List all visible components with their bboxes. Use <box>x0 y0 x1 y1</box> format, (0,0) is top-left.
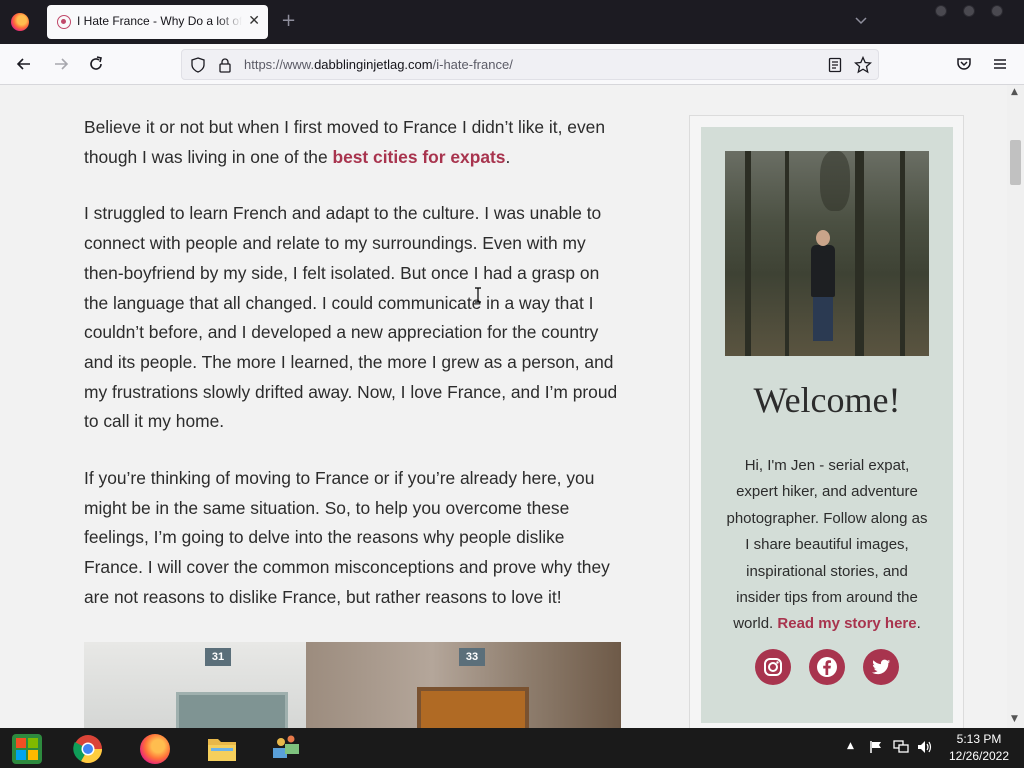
paragraph-text: . <box>505 146 511 167</box>
back-arrow-icon[interactable] <box>14 54 34 74</box>
scroll-thumb[interactable] <box>1010 140 1021 185</box>
tab-close-icon[interactable]: ✕ <box>248 12 260 30</box>
volume-icon[interactable] <box>917 740 933 754</box>
twitter-icon <box>872 659 891 675</box>
taskbar: ▲ 5:13 PM 12/26/2022 <box>0 728 1024 768</box>
photo-door-right <box>417 687 529 728</box>
start-button[interactable] <box>1 731 53 767</box>
url-domain: dabblinginjetlag.com <box>314 57 433 72</box>
network-icon[interactable] <box>893 740 909 754</box>
text-cursor-icon <box>475 287 481 303</box>
firefox-icon[interactable] <box>11 13 29 31</box>
chrome-taskbar-button[interactable] <box>62 731 114 767</box>
welcome-heading: Welcome! <box>753 380 901 420</box>
system-clock[interactable]: 5:13 PM 12/26/2022 <box>944 731 1014 765</box>
tab-active[interactable]: I Hate France - Why Do a lot of ✕ <box>47 5 268 39</box>
address-bar[interactable]: https://www.dabblinginjetlag.com/i-hate-… <box>181 49 879 80</box>
instagram-icon <box>764 658 782 676</box>
article-paragraph-3: If you’re thinking of moving to France o… <box>84 468 610 607</box>
minimize-button[interactable] <box>935 5 947 17</box>
photo-door-left <box>176 692 288 728</box>
folder-icon <box>208 739 236 761</box>
new-tab-icon[interactable]: + <box>281 10 296 32</box>
read-my-story-link[interactable]: Read my story here <box>777 615 916 632</box>
url-path: /i-hate-france/ <box>432 57 513 72</box>
menu-hamburger-icon[interactable] <box>990 54 1010 74</box>
url-prefix: https://www. <box>244 57 315 72</box>
reload-icon[interactable] <box>86 54 106 74</box>
navigation-toolbar: https://www.dabblinginjetlag.com/i-hate-… <box>0 44 1024 85</box>
article-paragraph-1: Believe it or not but when I first moved… <box>84 113 624 172</box>
flag-icon[interactable] <box>869 740 883 754</box>
list-all-tabs-icon[interactable] <box>855 14 867 26</box>
bio-text: Hi, I'm Jen - serial expat, expert hiker… <box>726 457 928 633</box>
instagram-button[interactable] <box>755 649 791 685</box>
file-explorer-button[interactable] <box>196 731 248 767</box>
chrome-icon <box>73 735 102 763</box>
people-network-icon <box>273 735 299 758</box>
maximize-button[interactable] <box>963 5 975 17</box>
site-favicon-icon <box>57 15 71 29</box>
network-app-button[interactable] <box>260 731 312 767</box>
house-number-plate: 33 <box>459 648 485 666</box>
clock-time: 5:13 PM <box>956 732 1002 746</box>
page-content: Believe it or not but when I first moved… <box>0 85 1007 728</box>
article-image: 31 33 <box>84 642 621 728</box>
scroll-down-icon[interactable]: ▼ <box>1011 714 1018 724</box>
house-number-plate: 31 <box>205 648 231 666</box>
author-bio: Hi, I'm Jen - serial expat, expert hiker… <box>725 453 929 638</box>
show-hidden-icons[interactable]: ▲ <box>847 741 854 751</box>
article-body: Believe it or not but when I first moved… <box>84 113 624 640</box>
clock-date: 12/26/2022 <box>948 749 1010 763</box>
url-text[interactable]: https://www.dabblinginjetlag.com/i-hate-… <box>244 57 513 72</box>
bio-end: . <box>916 615 921 633</box>
firefox-icon <box>140 734 170 764</box>
bookmark-star-icon[interactable] <box>854 56 872 74</box>
page-scrollbar[interactable]: ▲ ▼ <box>1007 85 1024 728</box>
twitter-button[interactable] <box>863 649 899 685</box>
pocket-icon[interactable] <box>954 54 974 74</box>
tab-title: I Hate France - Why Do a lot of <box>77 14 242 28</box>
sidebar-welcome-widget: Welcome! Hi, I'm Jen - serial expat, exp… <box>701 127 953 723</box>
author-portrait <box>725 151 929 356</box>
shield-icon[interactable] <box>190 57 206 73</box>
forward-arrow-icon[interactable] <box>51 54 71 74</box>
facebook-button[interactable] <box>809 649 845 685</box>
close-window-button[interactable] <box>991 5 1003 17</box>
scroll-up-icon[interactable]: ▲ <box>1011 87 1018 97</box>
lock-icon[interactable] <box>218 57 232 73</box>
article-paragraph-2: I struggled to learn French and adapt to… <box>84 203 618 432</box>
facebook-icon <box>817 657 837 677</box>
start-menu-icon <box>12 734 42 764</box>
best-cities-link[interactable]: best cities for expats <box>332 147 505 167</box>
tab-bar: I Hate France - Why Do a lot of ✕ + <box>0 0 1024 44</box>
reader-view-icon[interactable] <box>828 57 842 73</box>
firefox-taskbar-button[interactable] <box>129 731 181 767</box>
